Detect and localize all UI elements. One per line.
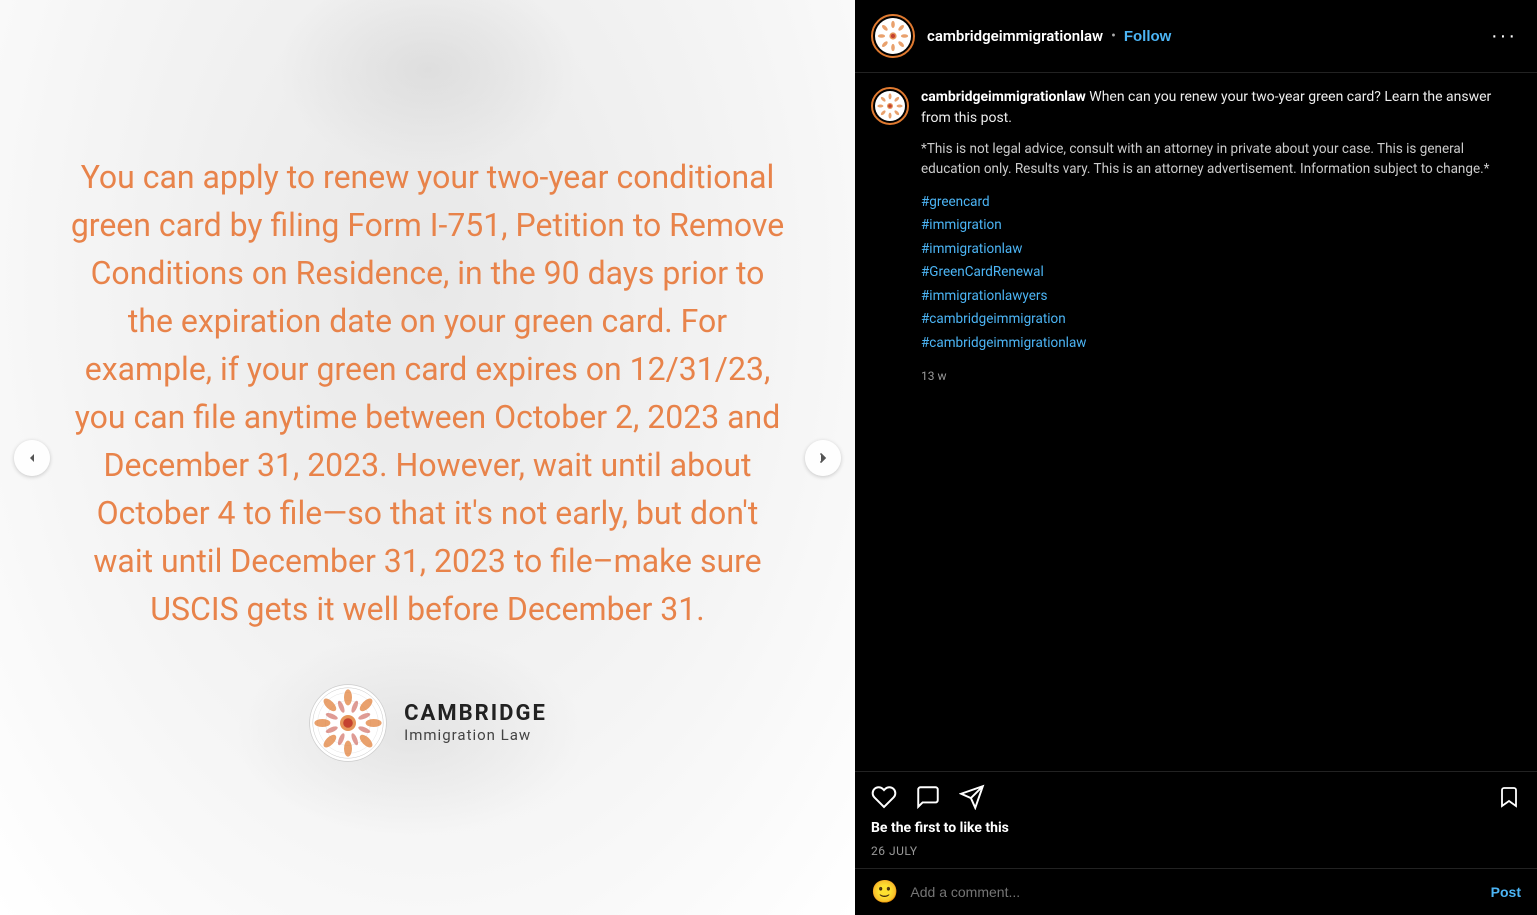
header-username: cambridgeimmigrationlaw (927, 27, 1103, 45)
caption-text: cambridgeimmigrationlaw When can you ren… (921, 87, 1521, 385)
hashtag: #cambridgeimmigration (921, 309, 1521, 331)
username-follow-row: cambridgeimmigrationlaw • Follow (927, 27, 1475, 45)
emoji-button[interactable]: 🙂 (871, 879, 898, 905)
post-content: You can apply to renew your two-year con… (0, 113, 855, 803)
next-arrow[interactable] (805, 440, 841, 476)
sidebar-panel: cambridgeimmigrationlaw • Follow ··· (855, 0, 1537, 915)
caption-area: cambridgeimmigrationlaw When can you ren… (855, 73, 1537, 771)
post-button[interactable]: Post (1491, 884, 1521, 900)
logo-mandala (308, 683, 388, 763)
share-button[interactable] (959, 784, 985, 810)
header-avatar (871, 14, 915, 58)
post-header: cambridgeimmigrationlaw • Follow ··· (855, 0, 1537, 73)
hashtag: #immigrationlaw (921, 239, 1521, 261)
actions-bar (855, 771, 1537, 818)
caption-header: cambridgeimmigrationlaw When can you ren… (871, 87, 1521, 385)
logo-sub: Immigration Law (404, 726, 531, 744)
logo-cambridge: CAMBRIDGE (404, 701, 547, 726)
comment-icon (915, 784, 941, 810)
comment-button[interactable] (915, 784, 941, 810)
likes-prefix: Be the first to (871, 820, 960, 836)
follow-button[interactable]: Follow (1124, 28, 1172, 45)
likes-bold: like this (960, 820, 1009, 836)
hashtag: #GreenCardRenewal (921, 262, 1521, 284)
prev-arrow[interactable] (14, 440, 50, 476)
share-icon (959, 784, 985, 810)
hashtags: #greencard#immigration#immigrationlaw#Gr… (921, 192, 1521, 355)
hashtag: #cambridgeimmigrationlaw (921, 333, 1521, 355)
post-image-panel: You can apply to renew your two-year con… (0, 0, 855, 915)
comment-box: 🙂 Post (855, 868, 1537, 915)
date-row: 26 JULY (855, 844, 1537, 868)
logo-area: CAMBRIDGE Immigration Law (308, 683, 547, 763)
likes-row: Be the first to like this (855, 818, 1537, 844)
caption-avatar (871, 87, 909, 125)
like-button[interactable] (871, 784, 897, 810)
bookmark-button[interactable] (1497, 785, 1521, 809)
heart-icon (871, 784, 897, 810)
caption-disclaimer: *This is not legal advice, consult with … (921, 139, 1521, 180)
hashtag: #immigrationlawyers (921, 286, 1521, 308)
bookmark-icon (1497, 785, 1521, 809)
main-text: You can apply to renew your two-year con… (68, 153, 788, 633)
logo-text: CAMBRIDGE Immigration Law (404, 701, 547, 744)
hashtag: #immigration (921, 215, 1521, 237)
caption-username: cambridgeimmigrationlaw (921, 89, 1086, 105)
separator: • (1111, 28, 1116, 44)
comment-input[interactable] (910, 884, 1478, 900)
hashtag: #greencard (921, 192, 1521, 214)
more-options-button[interactable]: ··· (1487, 25, 1521, 48)
caption-timestamp: 13 w (921, 367, 1521, 385)
